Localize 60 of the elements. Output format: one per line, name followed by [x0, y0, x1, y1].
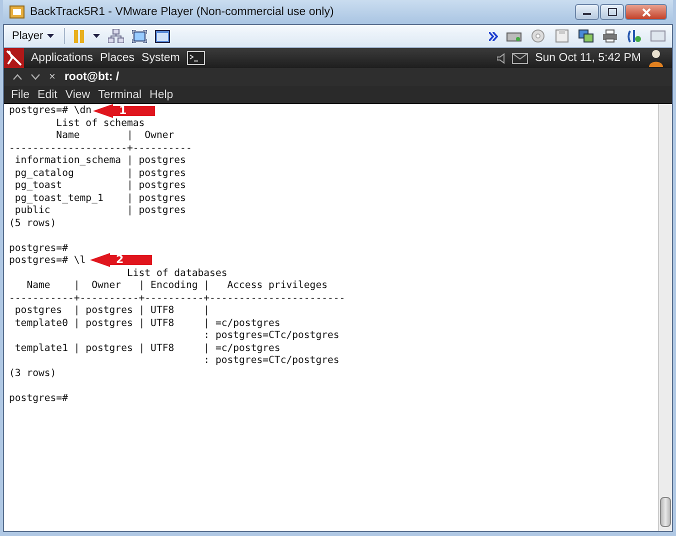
fullscreen-icon[interactable] — [132, 30, 148, 42]
terminal-line: Name | Owner | Encoding | Access privileges — [26, 280, 328, 292]
terminal-line: : postgres=CTc/postgres — [202, 355, 340, 368]
terminal-line: --------------------+---------- — [9, 142, 192, 155]
terminal-line: List of databases — [126, 268, 228, 280]
panel-menu[interactable]: Applications — [31, 52, 94, 64]
menu-item[interactable]: Terminal — [98, 88, 142, 100]
network-icon[interactable] — [108, 29, 124, 43]
double-chevron-icon[interactable] — [489, 32, 498, 40]
clock: Sun Oct 11, 5:42 PM — [535, 52, 641, 64]
scrollbar-thumb[interactable] — [660, 497, 671, 527]
minimize-button[interactable] — [575, 4, 599, 20]
caret-icon[interactable] — [93, 34, 100, 38]
menu-item[interactable]: Help — [150, 88, 174, 100]
terminal-line: pg_catalog | postgres — [14, 168, 186, 180]
terminal-title: root@bt: / — [64, 71, 120, 83]
terminal-line: postgres | postgres | UTF8 | — [14, 305, 210, 318]
terminal-line: template0 | postgres | UTF8 | =c/postgres — [14, 318, 280, 330]
maximize-icon — [608, 8, 616, 16]
tab-close-button[interactable]: × — [49, 71, 56, 83]
floppy-icon[interactable] — [554, 29, 570, 43]
menu-item[interactable]: View — [65, 88, 90, 100]
terminal-line: List of schemas — [55, 118, 145, 130]
app-icon — [9, 5, 25, 19]
close-button[interactable] — [625, 4, 667, 20]
maximize-button[interactable] — [600, 4, 624, 20]
terminal-line: postgres=# \l — [9, 255, 86, 268]
caret-icon — [47, 34, 54, 38]
chevron-up-icon[interactable] — [13, 74, 22, 80]
terminal-line: postgres=# — [9, 392, 68, 405]
panel-menu[interactable]: Places — [100, 52, 135, 64]
terminal-line: public | postgres — [14, 205, 186, 218]
terminal-line: pg_toast | postgres — [14, 180, 186, 192]
envelope-icon[interactable] — [512, 52, 528, 64]
terminal-line: (3 rows) — [9, 368, 56, 380]
dragon-logo-icon[interactable] — [4, 48, 24, 68]
terminal-line: (5 rows) — [9, 218, 56, 230]
network-adapter-icon[interactable] — [578, 29, 594, 43]
terminal-line: -----------+----------+----------+----------------------- — [9, 292, 346, 305]
disc-icon[interactable] — [530, 29, 546, 43]
terminal-line: : postgres=CTc/postgres — [202, 330, 340, 342]
window-icon[interactable] — [155, 30, 170, 42]
menu-item[interactable]: Edit — [38, 88, 58, 100]
user-icon[interactable] — [648, 49, 664, 67]
printer-icon[interactable] — [602, 29, 618, 43]
player-menu[interactable]: Player — [10, 30, 56, 42]
terminal-icon[interactable] — [186, 51, 205, 65]
window-title: BackTrack5R1 - VMware Player (Non-commercial use only) — [30, 6, 335, 18]
close-icon — [642, 8, 650, 16]
menu-item[interactable]: File — [11, 88, 30, 100]
speaker-icon[interactable] — [497, 52, 506, 64]
terminal-line: postgres=# \dn — [9, 105, 92, 118]
terminal-line: pg_toast_temp_1 | postgres — [14, 192, 186, 205]
panel-menu[interactable]: System — [142, 52, 180, 64]
terminal-line: postgres=# — [9, 242, 68, 255]
scrollbar[interactable] — [658, 104, 672, 531]
terminal-line: Name | Owner — [55, 130, 174, 142]
terminal-line: information_schema | postgres — [14, 155, 186, 168]
chevron-down-icon[interactable] — [31, 74, 40, 80]
terminal-line: template1 | postgres | UTF8 | =c/postgres — [14, 342, 280, 355]
